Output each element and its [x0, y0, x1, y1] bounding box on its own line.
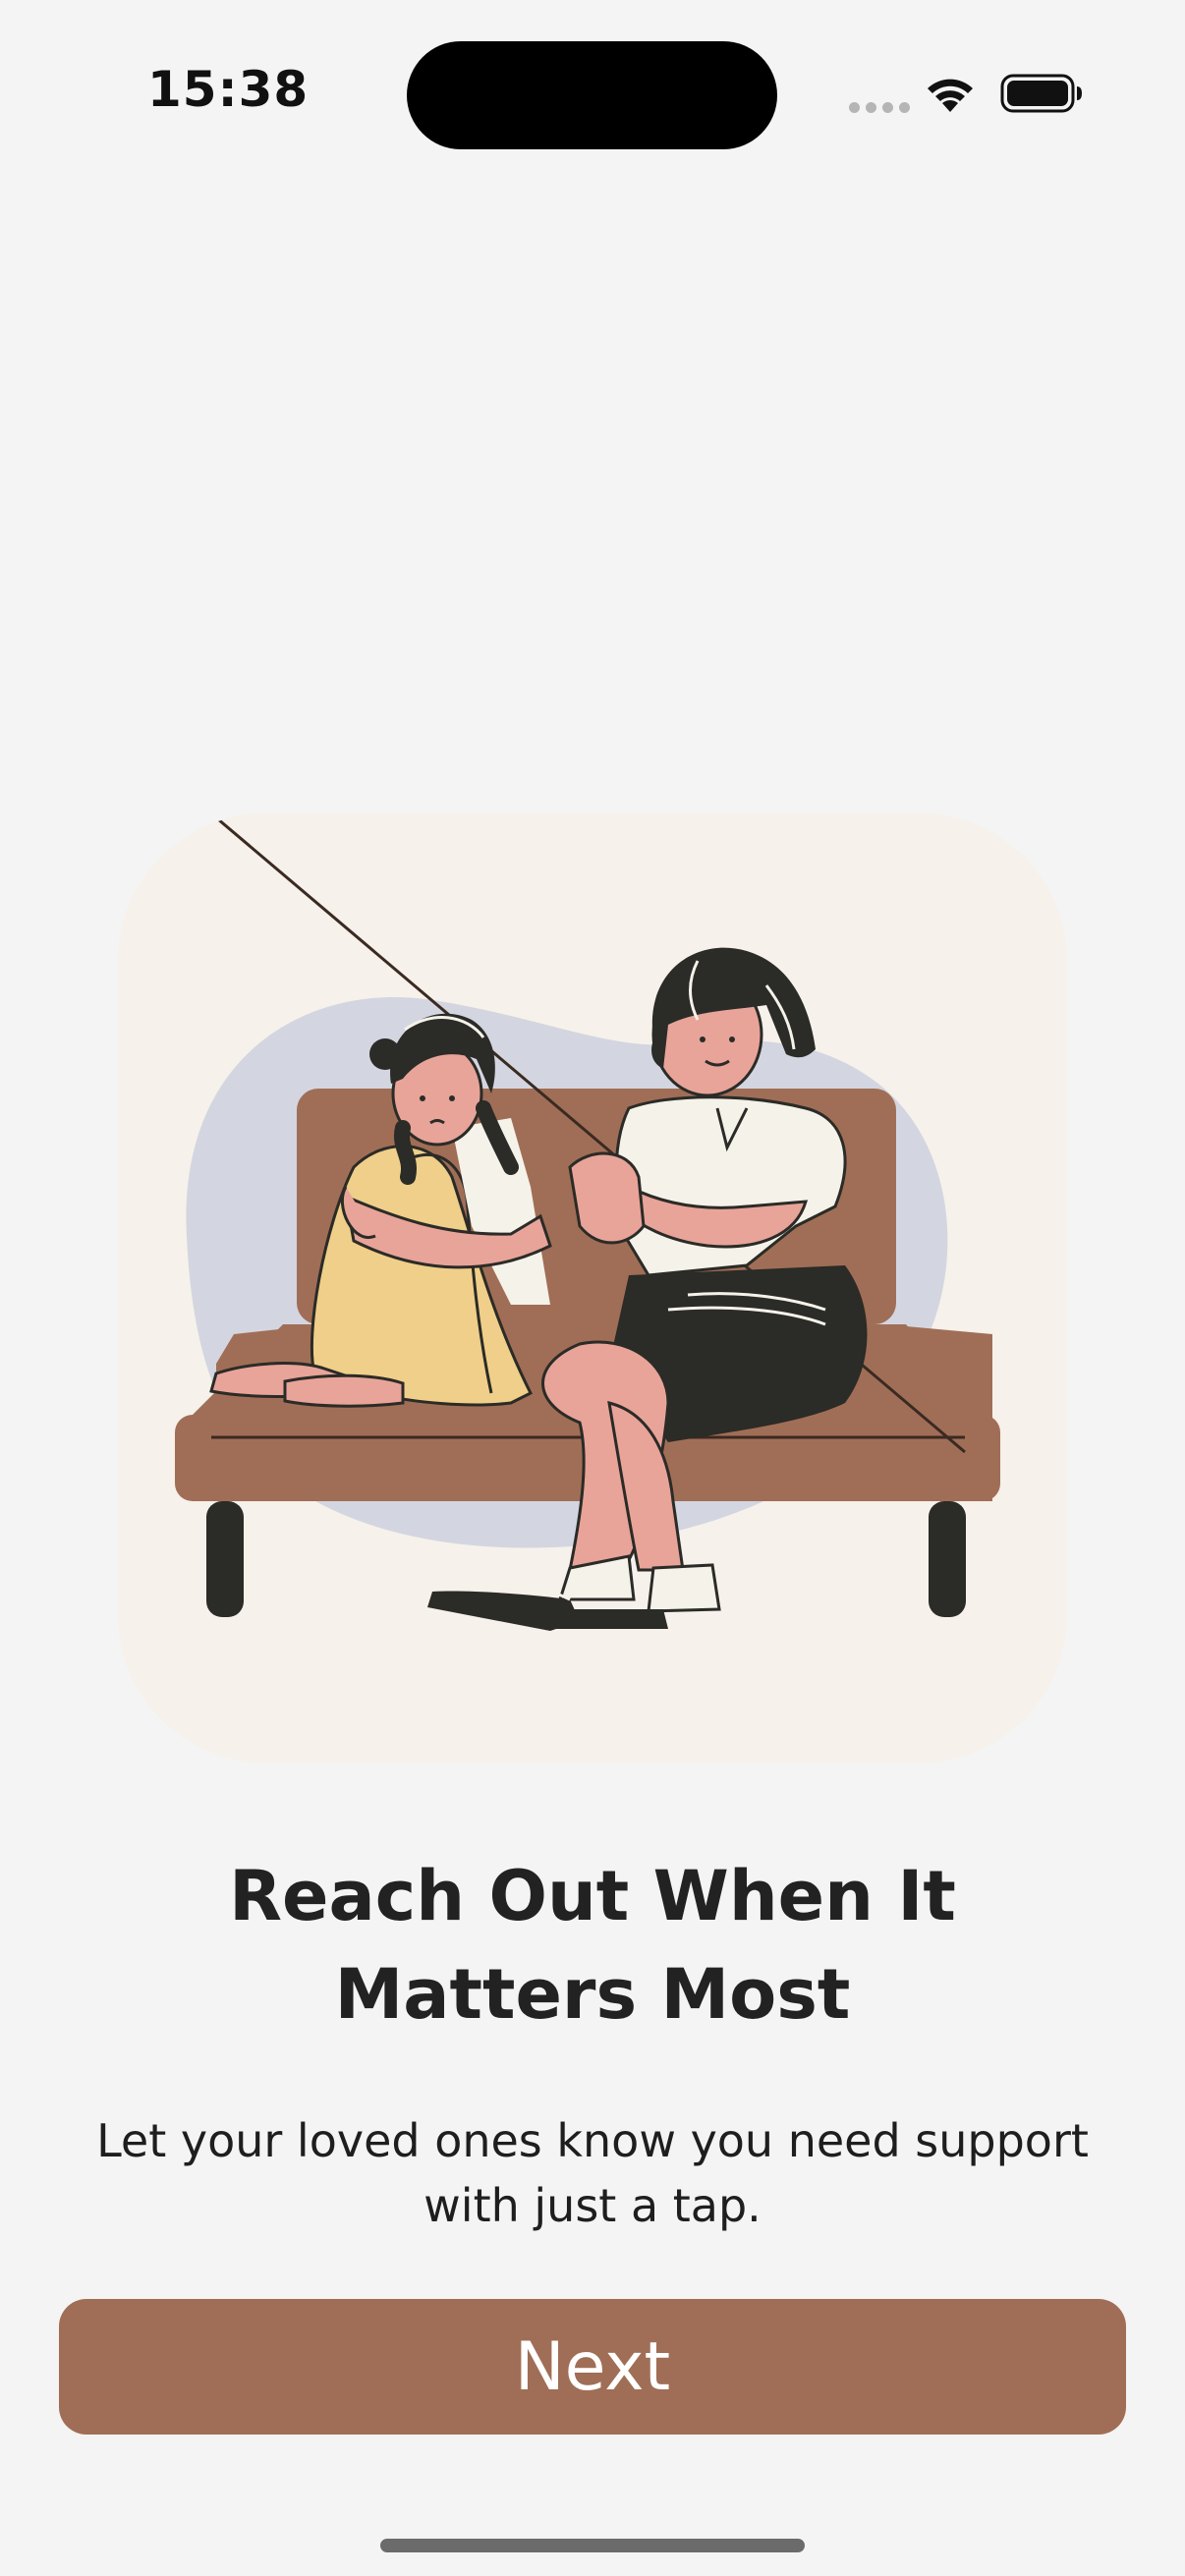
onboarding-subtitle: Let your loved ones know you need suppor…	[59, 2108, 1126, 2238]
status-time: 15:38	[147, 61, 310, 118]
onboarding-title: Reach Out When It Matters Most	[98, 1847, 1087, 2044]
onboarding-subtitle-line-1: Let your loved ones know you need suppor…	[96, 2114, 1089, 2167]
onboarding-subtitle-line-2: with just a tap.	[423, 2179, 762, 2232]
battery-icon	[1000, 74, 1082, 113]
next-button[interactable]: Next	[59, 2299, 1126, 2435]
illustration-card	[118, 813, 1067, 1763]
home-indicator[interactable]	[380, 2539, 805, 2552]
status-bar: 15:38	[0, 0, 1185, 196]
onboarding-title-line-2: Matters Most	[334, 1954, 851, 2035]
signal-dots-icon	[849, 102, 910, 113]
dynamic-island	[407, 41, 777, 149]
two-women-on-couch-illustration	[175, 813, 1000, 1631]
wifi-icon	[928, 79, 973, 112]
onboarding-title-line-1: Reach Out When It	[229, 1856, 956, 1936]
